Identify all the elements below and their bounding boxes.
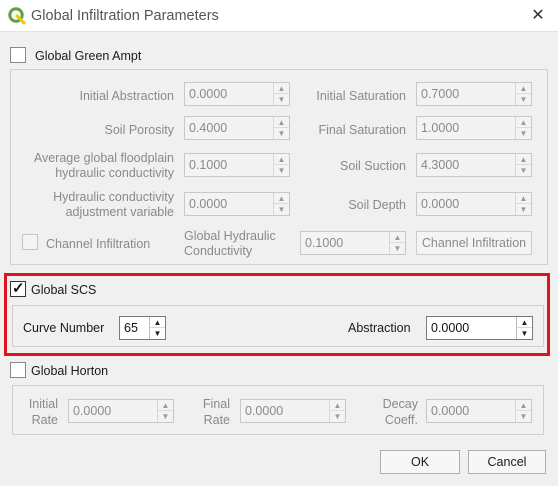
initial-saturation-label: Initial Saturation [316,89,406,103]
spin-up-icon[interactable]: ▲ [274,117,289,128]
soil-suction-label: Soil Suction [339,159,406,173]
initial-saturation-value: 0.7000 [421,87,460,101]
conductivity-adjustment-value: 0.0000 [189,197,228,211]
soil-depth-spinbox[interactable]: 0.0000 ▲ ▼ [416,192,532,216]
green-ampt-checkbox[interactable] [10,47,26,63]
curve-number-value: 65 [124,321,138,335]
initial-abstraction-spinbox[interactable]: 0.0000 ▲ ▼ [184,82,290,106]
soil-suction-spinbox[interactable]: 4.3000 ▲ ▼ [416,153,532,177]
scs-label: Global SCS [31,283,97,297]
spin-up-icon[interactable]: ▲ [516,400,531,411]
soil-depth-value: 0.0000 [421,197,460,211]
spin-up-icon[interactable]: ▲ [274,154,289,165]
initial-rate-spinbox[interactable]: 0.0000 ▲ ▼ [68,399,174,423]
horton-label: Global Horton [31,364,109,378]
cancel-button[interactable]: Cancel [468,450,546,474]
conductivity-adjustment-label-line2: adjustment variable [65,205,174,219]
decay-coeff-label-line2: Coeff. [384,413,418,427]
decay-coeff-spinbox[interactable]: 0.0000 ▲ ▼ [426,399,532,423]
global-hydraulic-conductivity-spinbox[interactable]: 0.1000 ▲ ▼ [300,231,406,255]
spin-up-icon[interactable]: ▲ [517,317,532,328]
spin-up-icon[interactable]: ▲ [390,232,405,243]
scs-checkbox[interactable]: ✓ [10,280,26,297]
abstraction-label: Abstraction [348,321,411,335]
decay-coeff-label-line1: Decay [382,397,418,411]
spin-down-icon[interactable]: ▼ [274,204,289,215]
curve-number-label: Curve Number [23,321,105,335]
final-rate-label-line2: Rate [203,413,230,427]
spin-down-icon[interactable]: ▼ [516,165,531,176]
abstraction-spinbox[interactable]: 0.0000 ▲ ▼ [426,316,533,340]
ok-button[interactable]: OK [380,450,460,474]
floodplain-conductivity-value: 0.1000 [189,158,228,172]
spin-up-icon[interactable]: ▲ [274,193,289,204]
conductivity-adjustment-spinbox[interactable]: 0.0000 ▲ ▼ [184,192,290,216]
initial-saturation-spinbox[interactable]: 0.7000 ▲ ▼ [416,82,532,106]
spin-down-icon[interactable]: ▼ [517,328,532,339]
soil-suction-value: 4.3000 [421,158,460,172]
spin-up-icon[interactable]: ▲ [330,400,345,411]
spin-up-icon[interactable]: ▲ [274,83,289,94]
spin-up-icon[interactable]: ▲ [158,400,173,411]
global-hydraulic-conductivity-label-line2: Conductivity [184,244,253,258]
initial-abstraction-label: Initial Abstraction [79,89,175,103]
abstraction-value: 0.0000 [431,321,470,335]
final-rate-value: 0.0000 [245,404,284,418]
spin-up-icon[interactable]: ▲ [516,83,531,94]
floodplain-conductivity-spinbox[interactable]: 0.1000 ▲ ▼ [184,153,290,177]
conductivity-adjustment-label-line1: Hydraulic conductivity [53,190,174,204]
initial-abstraction-value: 0.0000 [189,87,228,101]
floodplain-conductivity-label-line2: hydraulic conductivity [55,166,174,180]
channel-infiltration-checkbox-label: Channel Infiltration [46,237,151,251]
curve-number-spinbox[interactable]: 65 ▲ ▼ [119,316,166,340]
global-hydraulic-conductivity-label-line1: Global Hydraulic [184,229,276,243]
final-saturation-value: 1.0000 [421,121,460,135]
spin-up-icon[interactable]: ▲ [516,154,531,165]
spin-down-icon[interactable]: ▼ [274,128,289,139]
spin-down-icon[interactable]: ▼ [516,128,531,139]
soil-porosity-spinbox[interactable]: 0.4000 ▲ ▼ [184,116,290,140]
window-title: Global Infiltration Parameters [31,8,219,24]
soil-porosity-value: 0.4000 [189,121,228,135]
initial-rate-label-line1: Initial [28,397,58,411]
qgis-logo-icon [8,7,26,25]
final-saturation-spinbox[interactable]: 1.0000 ▲ ▼ [416,116,532,140]
checkmark-icon: ✓ [12,280,25,297]
spin-up-icon[interactable]: ▲ [516,193,531,204]
spin-up-icon[interactable]: ▲ [516,117,531,128]
initial-rate-label-line2: Rate [31,413,58,427]
green-ampt-label: Global Green Ampt [35,49,142,63]
channel-infiltration-checkbox[interactable] [22,234,38,250]
decay-coeff-value: 0.0000 [431,404,470,418]
final-saturation-label: Final Saturation [318,123,406,137]
spin-down-icon[interactable]: ▼ [274,165,289,176]
close-icon[interactable]: ✕ [528,6,548,26]
spin-up-icon[interactable]: ▲ [150,317,165,328]
spin-down-icon[interactable]: ▼ [158,411,173,422]
initial-rate-value: 0.0000 [73,404,112,418]
final-rate-label-line1: Final [202,397,230,411]
channel-infiltration-button[interactable]: Channel Infiltration [416,231,532,255]
final-rate-spinbox[interactable]: 0.0000 ▲ ▼ [240,399,346,423]
spin-down-icon[interactable]: ▼ [330,411,345,422]
horton-checkbox[interactable] [10,362,26,378]
floodplain-conductivity-label-line1: Average global floodplain [33,151,174,165]
soil-depth-label: Soil Depth [348,198,406,212]
global-hydraulic-conductivity-value: 0.1000 [305,236,344,250]
spin-down-icon[interactable]: ▼ [274,94,289,105]
spin-down-icon[interactable]: ▼ [516,411,531,422]
spin-down-icon[interactable]: ▼ [516,94,531,105]
soil-porosity-label: Soil Porosity [104,123,174,137]
spin-down-icon[interactable]: ▼ [150,328,165,339]
spin-down-icon[interactable]: ▼ [516,204,531,215]
spin-down-icon[interactable]: ▼ [390,243,405,254]
